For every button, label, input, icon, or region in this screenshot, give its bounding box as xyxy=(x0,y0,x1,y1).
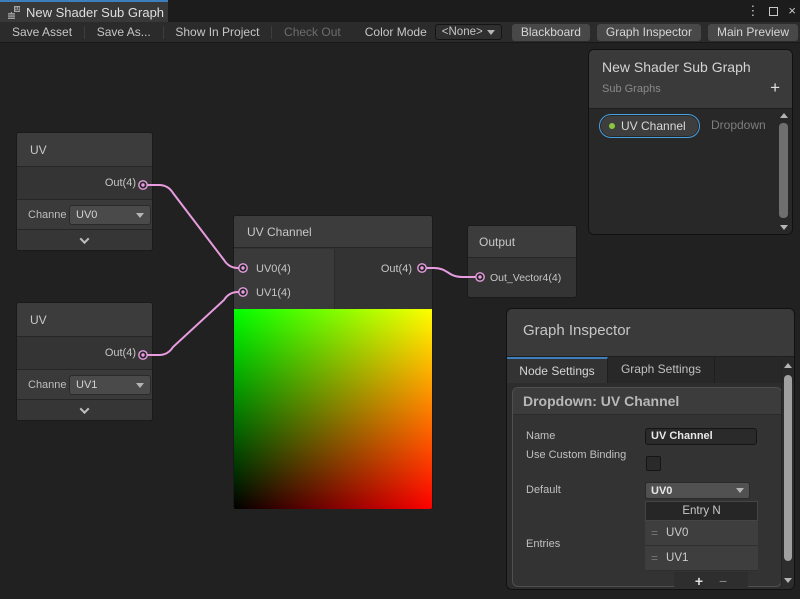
uv-node-top[interactable]: UV Out(4) Channe UV0 xyxy=(16,132,153,251)
scrollbar-thumb[interactable] xyxy=(784,375,792,561)
chevron-down-icon xyxy=(136,383,144,388)
exposed-dot-icon xyxy=(609,123,615,129)
entry-row[interactable]: = UV0 xyxy=(645,521,758,546)
entries-header: Entry N xyxy=(645,501,758,521)
uv-channel-node[interactable]: UV Channel UV0(4) UV1(4) Out(4) xyxy=(233,215,433,509)
drag-handle-icon[interactable]: = xyxy=(651,526,658,540)
inspector-scrollbar[interactable] xyxy=(781,359,792,587)
tab-title: New Shader Sub Graph xyxy=(26,5,164,20)
close-icon[interactable]: × xyxy=(788,0,796,22)
section-title: Dropdown: UV Channel xyxy=(513,388,781,415)
output-port-label: Out(4) xyxy=(105,167,136,200)
collapse-preview-button[interactable] xyxy=(17,230,152,250)
entries-footer: + − xyxy=(674,572,748,589)
channel-dropdown[interactable]: UV0 xyxy=(69,205,151,225)
tab-node-settings[interactable]: Node Settings xyxy=(507,357,608,383)
blackboard-scrollbar[interactable] xyxy=(779,111,788,232)
subgraph-icon xyxy=(7,5,21,19)
name-input[interactable]: UV Channel xyxy=(645,428,757,445)
add-entry-button[interactable]: + xyxy=(695,573,703,589)
scroll-down-icon[interactable] xyxy=(780,225,788,230)
blackboard-panel: New Shader Sub Graph Sub Graphs + UV Cha… xyxy=(588,49,793,235)
main-preview-toggle-button[interactable]: Main Preview xyxy=(708,24,798,41)
document-tab[interactable]: New Shader Sub Graph xyxy=(0,0,168,22)
chevron-down-icon xyxy=(80,404,90,414)
dropdown-settings-section: Dropdown: UV Channel Name UV Channel Use… xyxy=(512,387,782,587)
output-port-label: Out(4) xyxy=(105,337,136,370)
add-property-button[interactable]: + xyxy=(770,78,780,98)
color-mode-dropdown[interactable]: <None> xyxy=(435,24,502,40)
entries-list: Entry N = UV0 = UV1 xyxy=(645,501,758,571)
show-in-project-button[interactable]: Show In Project xyxy=(163,22,271,43)
input-port-label: UV1(4) xyxy=(256,283,291,303)
output-node[interactable]: Output Out_Vector4(4) xyxy=(467,225,577,298)
graph-inspector-toggle-button[interactable]: Graph Inspector xyxy=(597,24,701,41)
chevron-down-icon xyxy=(487,30,495,35)
scrollbar-thumb[interactable] xyxy=(779,123,788,218)
use-custom-binding-label: Use Custom Binding xyxy=(526,448,636,463)
color-mode-value: <None> xyxy=(442,26,487,38)
scroll-up-icon[interactable] xyxy=(784,363,792,368)
input-port-label: UV0(4) xyxy=(256,259,291,279)
entries-label: Entries xyxy=(526,538,560,550)
edge-uv1-to-uvchannel[interactable] xyxy=(143,292,243,355)
default-dropdown[interactable]: UV0 xyxy=(645,482,750,499)
node-title[interactable]: UV Channel xyxy=(234,216,432,248)
default-label: Default xyxy=(526,484,561,496)
check-out-button: Check Out xyxy=(272,22,353,43)
chevron-down-icon xyxy=(136,213,144,218)
graph-toolbar: Save Asset Save As... Show In Project Ch… xyxy=(0,22,800,43)
graph-inspector-panel: Graph Inspector Node Settings Graph Sett… xyxy=(506,308,795,590)
remove-entry-button[interactable]: − xyxy=(719,573,727,589)
blackboard-toggle-button[interactable]: Blackboard xyxy=(512,24,590,41)
channel-label: Channe xyxy=(28,200,67,230)
edge-uv0-to-uvchannel[interactable] xyxy=(143,185,243,268)
title-bar: New Shader Sub Graph ⋮ × xyxy=(0,0,800,22)
color-mode-label: Color Mode xyxy=(353,22,435,43)
use-custom-binding-checkbox[interactable] xyxy=(646,456,661,471)
node-title[interactable]: UV xyxy=(17,303,152,337)
inspector-header[interactable]: Graph Inspector xyxy=(507,309,794,357)
save-as-button[interactable]: Save As... xyxy=(85,22,163,43)
tab-graph-settings[interactable]: Graph Settings xyxy=(608,357,715,383)
name-label: Name xyxy=(526,430,555,442)
scroll-up-icon[interactable] xyxy=(780,113,788,118)
drag-handle-icon[interactable]: = xyxy=(651,551,658,565)
collapse-preview-button[interactable] xyxy=(17,400,152,420)
blackboard-title: New Shader Sub Graph xyxy=(602,59,751,75)
property-pill-uv-channel[interactable]: UV Channel xyxy=(599,114,700,138)
output-port-label: Out(4) xyxy=(381,259,412,279)
inspector-title: Graph Inspector xyxy=(523,322,631,339)
uv-preview-image xyxy=(234,309,432,509)
blackboard-header[interactable]: New Shader Sub Graph Sub Graphs + xyxy=(589,50,792,109)
blackboard-subtitle: Sub Graphs xyxy=(602,83,661,95)
node-title[interactable]: UV xyxy=(17,133,152,167)
scroll-down-icon[interactable] xyxy=(784,578,792,583)
shader-graph-window: New Shader Sub Graph ⋮ × Save Asset Save… xyxy=(0,0,800,599)
chevron-down-icon xyxy=(80,234,90,244)
channel-label: Channe xyxy=(28,370,67,400)
node-title[interactable]: Output xyxy=(468,226,576,258)
uv-node-bottom[interactable]: UV Out(4) Channe UV1 xyxy=(16,302,153,421)
chevron-down-icon xyxy=(736,488,744,493)
save-asset-button[interactable]: Save Asset xyxy=(0,22,84,43)
input-port-label: Out_Vector4(4) xyxy=(490,268,561,288)
channel-dropdown[interactable]: UV1 xyxy=(69,375,151,395)
entry-row[interactable]: = UV1 xyxy=(645,546,758,571)
property-type-label: Dropdown xyxy=(711,114,766,136)
maximize-icon[interactable] xyxy=(769,7,778,16)
window-menu-icon[interactable]: ⋮ xyxy=(746,0,759,22)
